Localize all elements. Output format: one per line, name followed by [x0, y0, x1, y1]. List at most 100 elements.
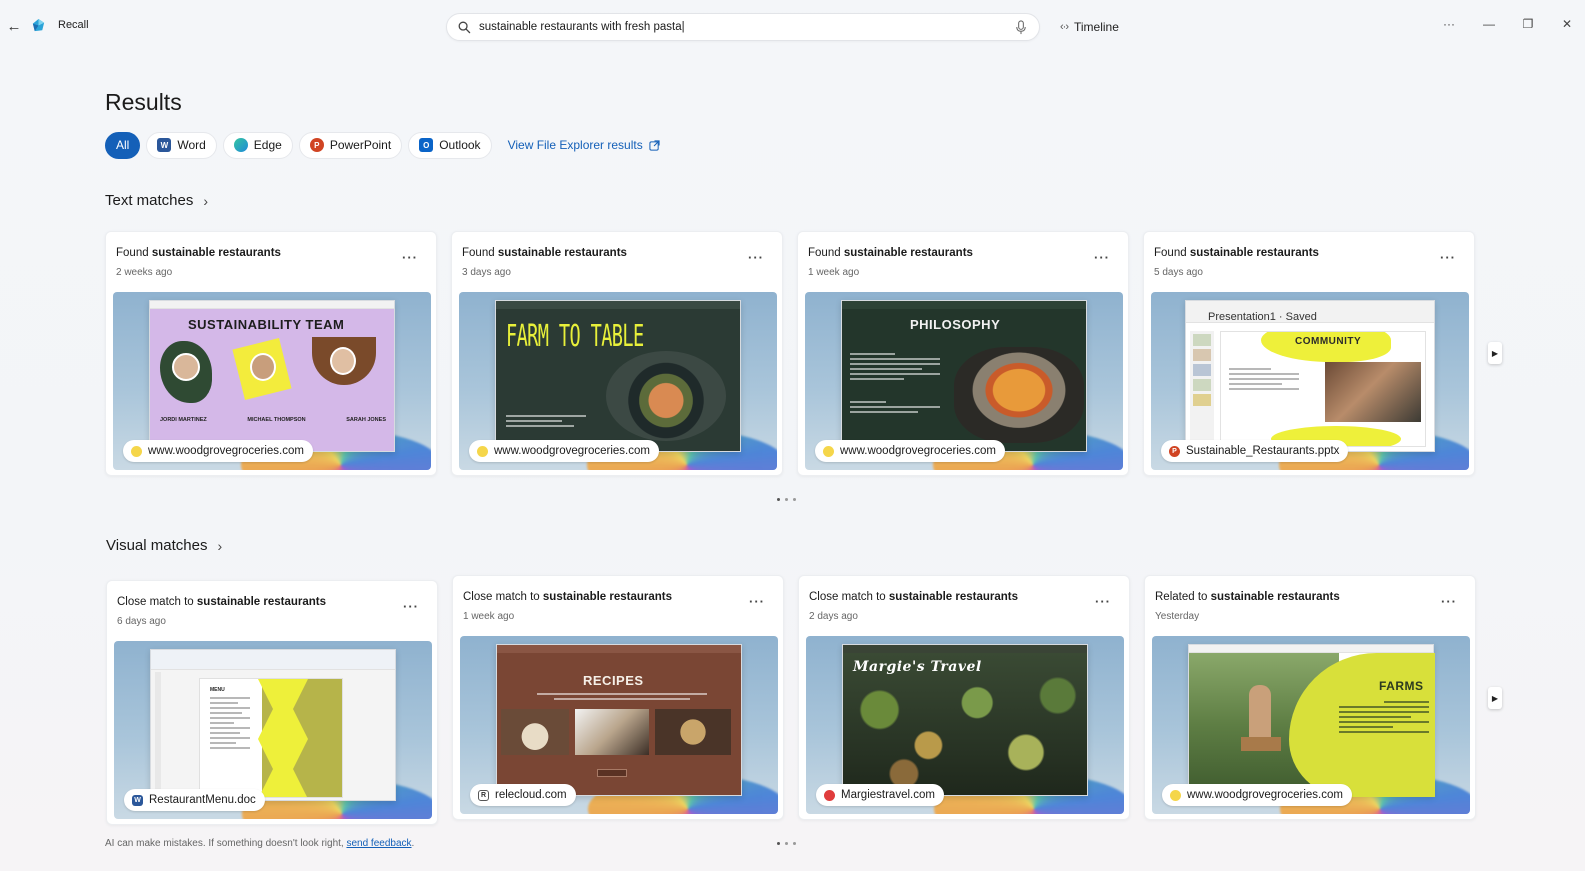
word-icon: W	[132, 794, 143, 806]
filter-chip-powerpoint[interactable]: P PowerPoint	[298, 131, 403, 159]
more-options-icon[interactable]: ···	[1440, 250, 1456, 265]
card-timestamp: 3 days ago	[462, 267, 511, 278]
card-timestamp: 1 week ago	[808, 267, 860, 278]
more-options-icon[interactable]: ···	[749, 594, 765, 609]
slide-title: PHILOSOPHY	[910, 317, 1001, 332]
card-thumbnail: FARMS www.woodgrovegroceries.com	[1152, 636, 1470, 814]
card-timestamp: 1 week ago	[463, 611, 515, 622]
card-thumbnail: Margie's Travel Margiestravel.com	[806, 636, 1124, 814]
card-thumbnail: PHILOSOPHY www.woodgrovegroceries.com	[805, 292, 1123, 470]
source-pill: R relecloud.com	[470, 784, 576, 806]
timeline-label: Timeline	[1074, 20, 1119, 34]
filter-chip-label: Word	[177, 138, 206, 152]
more-options-icon[interactable]: ···	[1439, 17, 1459, 31]
app-name: Recall	[58, 19, 89, 31]
edge-icon	[233, 138, 248, 152]
section-title: Visual matches	[106, 537, 208, 554]
slide-title: FARM TO TABLE	[506, 319, 644, 354]
source-pill: P Sustainable_Restaurants.pptx	[1161, 440, 1349, 462]
chevron-right-icon: ›	[203, 192, 209, 209]
filter-chip-label: PowerPoint	[329, 138, 392, 152]
next-arrow-icon[interactable]: ▶	[1488, 342, 1502, 364]
ai-disclaimer: AI can make mistakes. If something doesn…	[105, 838, 415, 849]
source-pill: Margiestravel.com	[816, 784, 944, 806]
slide-title: COMMUNITY	[1295, 336, 1362, 347]
slide-title: SUSTAINABILITY TEAM	[188, 317, 345, 332]
text-match-card[interactable]: Found sustainable restaurants 2 weeks ag…	[105, 231, 437, 476]
card-thumbnail: MENU W RestaurantMenu.doc	[114, 641, 432, 819]
card-title: Found sustainable restaurants	[462, 247, 627, 259]
pagination-dots[interactable]	[777, 498, 796, 501]
next-arrow-icon[interactable]: ▶	[1488, 687, 1502, 709]
word-icon: W	[157, 138, 172, 152]
card-timestamp: Yesterday	[1155, 611, 1200, 622]
visual-match-card[interactable]: Close match to sustainable restaurants 1…	[452, 575, 784, 820]
outlook-icon: O	[419, 138, 434, 152]
slide-title: MENU	[210, 687, 225, 693]
more-options-icon[interactable]: ···	[748, 250, 764, 265]
recall-logo-icon	[32, 18, 45, 32]
powerpoint-icon: P	[309, 138, 324, 152]
card-title: Found sustainable restaurants	[116, 247, 281, 259]
send-feedback-link[interactable]: send feedback	[346, 838, 411, 849]
more-options-icon[interactable]: ···	[1441, 594, 1457, 609]
margies-icon	[824, 789, 835, 801]
filter-chip-label: Outlook	[439, 138, 481, 152]
slide-title: FARMS	[1379, 679, 1424, 693]
document-title: Presentation1 · Saved	[1208, 311, 1317, 323]
visual-match-card[interactable]: Close match to sustainable restaurants 2…	[798, 575, 1130, 820]
back-arrow-icon[interactable]: ←	[4, 16, 24, 36]
more-options-icon[interactable]: ···	[1095, 594, 1111, 609]
source-pill: www.woodgrovegroceries.com	[123, 440, 313, 462]
edge-icon	[477, 445, 488, 457]
text-match-card[interactable]: Found sustainable restaurants 5 days ago…	[1143, 231, 1475, 476]
more-options-icon[interactable]: ···	[402, 250, 418, 265]
card-timestamp: 2 weeks ago	[116, 267, 173, 278]
relecloud-icon: R	[478, 789, 489, 801]
search-box[interactable]	[446, 13, 1040, 41]
filter-chip-outlook[interactable]: O Outlook	[408, 131, 492, 159]
filter-chip-word[interactable]: W Word	[146, 131, 217, 159]
section-title: Text matches	[105, 192, 194, 209]
visual-matches-heading[interactable]: Visual matches ›	[106, 537, 222, 554]
pagination-dots[interactable]	[777, 842, 796, 845]
powerpoint-icon: P	[1169, 445, 1180, 457]
text-matches-heading[interactable]: Text matches ›	[105, 192, 208, 209]
file-explorer-link-label: View File Explorer results	[507, 138, 643, 152]
text-match-card[interactable]: Found sustainable restaurants 3 days ago…	[451, 231, 783, 476]
external-link-icon	[649, 139, 660, 151]
minimize-icon[interactable]: —	[1479, 17, 1499, 31]
card-title: Close match to sustainable restaurants	[117, 596, 327, 608]
more-options-icon[interactable]: ···	[403, 599, 419, 614]
card-thumbnail: FARM TO TABLE www.woodgrovegroceries.com	[459, 292, 777, 470]
card-title: Close match to sustainable restaurants	[809, 591, 1019, 603]
card-timestamp: 5 days ago	[1154, 267, 1203, 278]
card-thumbnail: Presentation1 · Saved COMMUNITY P Sustai…	[1151, 292, 1469, 470]
microphone-icon[interactable]	[1015, 20, 1027, 35]
card-timestamp: 6 days ago	[117, 616, 166, 627]
source-pill: www.woodgrovegroceries.com	[815, 440, 1005, 462]
timeline-icon: ‹·›	[1060, 21, 1069, 33]
card-title: Close match to sustainable restaurants	[463, 591, 673, 603]
visual-match-card[interactable]: Related to sustainable restaurants Yeste…	[1144, 575, 1476, 820]
edge-icon	[1170, 789, 1181, 801]
visual-match-card[interactable]: Close match to sustainable restaurants 6…	[106, 580, 438, 825]
more-options-icon[interactable]: ···	[1094, 250, 1110, 265]
filter-chip-label: All	[116, 138, 130, 152]
slide-title: RECIPES	[583, 673, 644, 688]
timeline-button[interactable]: ‹·› Timeline	[1052, 14, 1129, 40]
file-explorer-link[interactable]: View File Explorer results	[508, 138, 660, 152]
filter-chip-all[interactable]: All	[105, 131, 141, 159]
card-timestamp: 2 days ago	[809, 611, 858, 622]
card-thumbnail: SUSTAINABILITY TEAM JORDI MARTINEZ MICHAE…	[113, 292, 431, 470]
filter-chip-edge[interactable]: Edge	[222, 131, 293, 159]
restore-icon[interactable]: ❐	[1518, 17, 1538, 31]
page-title: Results	[105, 89, 182, 115]
edge-icon	[131, 445, 142, 457]
slide-title: Margie's Travel	[853, 659, 982, 675]
close-icon[interactable]: ✕	[1557, 17, 1577, 31]
title-bar: ← Recall ‹·› Timeline ··· — ❐ ✕	[0, 0, 1585, 52]
text-match-card[interactable]: Found sustainable restaurants 1 week ago…	[797, 231, 1129, 476]
search-input[interactable]	[479, 21, 999, 33]
chevron-right-icon: ›	[217, 537, 223, 554]
